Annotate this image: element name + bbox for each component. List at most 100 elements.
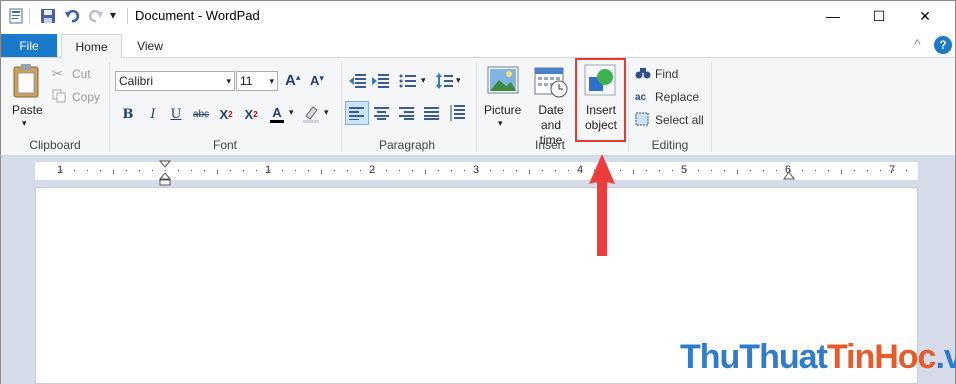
arrow-down-icon: ▾	[319, 73, 324, 83]
ruler-tick	[152, 170, 153, 171]
decrease-indent-icon[interactable]	[349, 73, 367, 92]
select-all-button[interactable]: Select all	[635, 110, 704, 130]
close-button[interactable]: ✕	[902, 0, 948, 32]
red-arrow-icon	[588, 152, 616, 265]
ruler-number: 4	[577, 164, 584, 176]
redo-icon[interactable]	[88, 8, 104, 24]
chevron-down-icon[interactable]: ▾	[324, 107, 329, 118]
ruler-number: 1	[265, 164, 272, 176]
ruler-tick	[282, 170, 283, 171]
ruler-number: 3	[473, 164, 480, 176]
ruler-tick	[139, 170, 140, 171]
editing-group-label: Editing	[651, 138, 689, 152]
ruler-tick	[347, 170, 348, 171]
font-family-combo[interactable]: Calibri ▾	[115, 71, 235, 91]
select-all-label: Select all	[655, 113, 704, 127]
indent-marker-icon[interactable]	[158, 160, 172, 189]
tab-file[interactable]: File	[1, 34, 57, 57]
undo-icon[interactable]	[64, 8, 80, 24]
calendar-clock-icon[interactable]	[534, 66, 568, 101]
text-color-button[interactable]: A	[268, 103, 286, 125]
replace-label: Replace	[655, 90, 700, 104]
text-color-swatch	[270, 119, 284, 123]
shrink-font-button[interactable]: A▾	[310, 73, 324, 88]
wordpad-app-icon[interactable]	[8, 8, 24, 24]
picture-button[interactable]: Picture	[484, 103, 521, 117]
increase-indent-icon[interactable]	[372, 73, 390, 92]
line-spacing-icon[interactable]	[436, 73, 454, 92]
ruler-tick	[867, 170, 868, 171]
copy-button[interactable]: Copy	[52, 87, 100, 107]
ruler-tick	[646, 170, 647, 171]
chevron-down-icon[interactable]: ▾	[226, 76, 231, 87]
paste-dropdown-icon[interactable]: ▾	[22, 118, 27, 129]
bold-button[interactable]: B	[118, 103, 138, 125]
tab-view[interactable]: View	[125, 34, 175, 57]
subscript-button[interactable]: X2	[216, 103, 236, 125]
save-icon[interactable]	[40, 8, 56, 24]
paragraph-settings-icon[interactable]	[450, 104, 466, 125]
paste-button[interactable]: Paste	[12, 103, 43, 117]
align-right-icon[interactable]	[399, 106, 415, 123]
ruler-tick	[516, 170, 517, 171]
ruler-tick	[334, 170, 335, 171]
qat-divider-2	[127, 8, 128, 24]
ruler-tick	[230, 170, 231, 171]
arrow-up-icon: ▴	[295, 72, 301, 82]
ruler-tick	[412, 170, 413, 171]
maximize-button[interactable]: ☐	[856, 0, 902, 32]
group-separator	[476, 62, 477, 152]
ruler-tick	[880, 170, 881, 171]
chevron-down-icon[interactable]: ▾	[289, 107, 294, 118]
watermark: ThuThuatTinHoc.vn	[680, 338, 956, 377]
replace-icon: ac	[635, 91, 647, 103]
underline-button[interactable]: U	[166, 103, 186, 125]
paragraph-group-label: Paragraph	[378, 138, 436, 152]
clipboard-group-label: Clipboard	[29, 138, 81, 152]
paste-icon[interactable]	[10, 63, 42, 99]
strikethrough-button[interactable]: abc	[189, 103, 213, 125]
ruler-tick	[542, 170, 543, 171]
ruler-tick	[451, 170, 452, 171]
ruler-tick	[555, 170, 556, 171]
picture-dropdown-icon[interactable]: ▾	[498, 118, 503, 129]
ruler-tick	[113, 170, 114, 174]
ruler-tick	[633, 170, 634, 174]
ruler-tick	[464, 170, 465, 171]
ruler-tick	[841, 170, 842, 174]
minimize-button[interactable]: —	[810, 0, 856, 32]
chevron-down-icon[interactable]: ▾	[456, 75, 461, 86]
chevron-down-icon[interactable]: ▾	[421, 75, 426, 86]
cut-button[interactable]: ✂ Cut	[52, 64, 91, 84]
picture-icon[interactable]	[487, 66, 519, 99]
bullet-list-icon[interactable]	[399, 73, 417, 92]
superscript-button[interactable]: X2	[241, 103, 261, 125]
help-icon[interactable]: ?	[934, 36, 952, 54]
ruler-tick	[568, 170, 569, 171]
copy-label: Copy	[72, 90, 101, 104]
superscript-label: X	[244, 106, 254, 122]
italic-button[interactable]: I	[143, 103, 163, 125]
collapse-ribbon-icon[interactable]: ^	[914, 36, 921, 52]
ruler-tick	[620, 170, 621, 171]
find-label: Find	[655, 67, 679, 81]
find-button[interactable]: Find	[635, 64, 678, 84]
tab-home[interactable]: Home	[61, 34, 122, 58]
ruler-tick	[204, 170, 205, 171]
grow-font-button[interactable]: A▴	[285, 72, 300, 89]
align-center-icon[interactable]	[374, 106, 390, 123]
align-left-icon	[349, 107, 364, 120]
right-indent-marker-icon[interactable]	[783, 170, 795, 184]
font-group-label: Font	[212, 138, 237, 152]
chevron-down-icon[interactable]: ▾	[269, 76, 274, 87]
customize-qat-dropdown[interactable]: ▾	[110, 8, 116, 22]
ruler-tick	[503, 170, 504, 171]
watermark-part3: .vn	[935, 338, 956, 376]
highlight-color-icon[interactable]	[302, 104, 320, 127]
font-size-combo[interactable]: 11 ▾	[236, 71, 278, 91]
font-family-value: Calibri	[119, 74, 154, 88]
ruler-number: 2	[369, 164, 376, 176]
justify-icon[interactable]	[424, 106, 440, 123]
replace-button[interactable]: ac Replace	[635, 87, 699, 107]
align-left-button[interactable]	[345, 101, 369, 125]
